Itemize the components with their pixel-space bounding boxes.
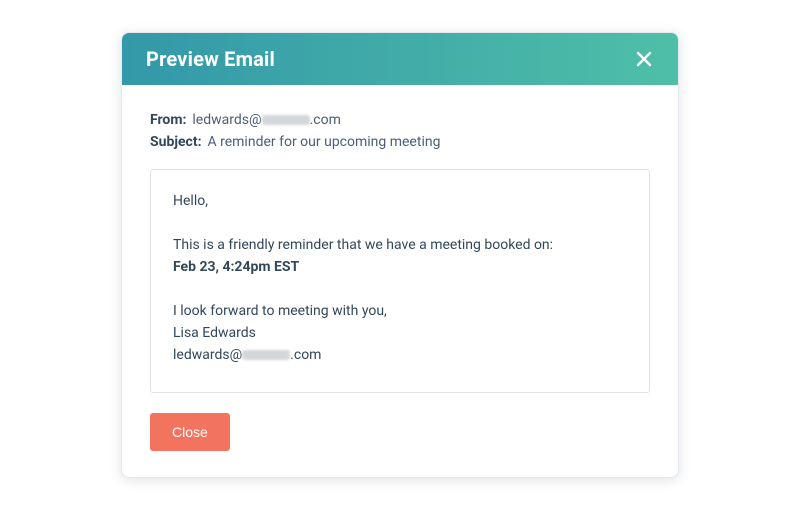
stage: Preview Email From: ledwards@ .com Subjec… (0, 0, 800, 509)
subject-value: A reminder for our upcoming meeting (208, 131, 441, 153)
spacer (173, 212, 627, 234)
from-value-prefix: ledwards@ (192, 112, 261, 128)
modal-body: From: ledwards@ .com Subject: A reminder … (122, 85, 678, 477)
email-signature-email: ledwards@ .com (173, 344, 627, 366)
modal-title: Preview Email (146, 47, 275, 71)
email-meeting-time: Feb 23, 4:24pm EST (173, 256, 627, 278)
redacted-domain (262, 115, 310, 125)
email-closing-line: I look forward to meeting with you, (173, 300, 627, 322)
email-body-box: Hello, This is a friendly reminder that … (150, 169, 650, 393)
modal-header: Preview Email (122, 33, 678, 85)
from-value: ledwards@ .com (192, 109, 340, 131)
preview-email-modal: Preview Email From: ledwards@ .com Subjec… (121, 32, 679, 478)
from-label: From: (150, 109, 186, 131)
from-line: From: ledwards@ .com (150, 109, 650, 131)
signature-email-prefix: ledwards@ (173, 347, 242, 363)
subject-line: Subject: A reminder for our upcoming mee… (150, 131, 650, 153)
close-icon[interactable] (634, 49, 654, 69)
email-reminder-line: This is a friendly reminder that we have… (173, 234, 627, 256)
modal-footer: Close (150, 413, 650, 451)
subject-label: Subject: (150, 131, 202, 153)
from-value-suffix: .com (310, 112, 341, 128)
close-button[interactable]: Close (150, 413, 230, 451)
email-greeting: Hello, (173, 190, 627, 212)
redacted-domain (242, 350, 290, 360)
email-signature-name: Lisa Edwards (173, 322, 627, 344)
spacer (173, 278, 627, 300)
signature-email-suffix: .com (290, 347, 321, 363)
